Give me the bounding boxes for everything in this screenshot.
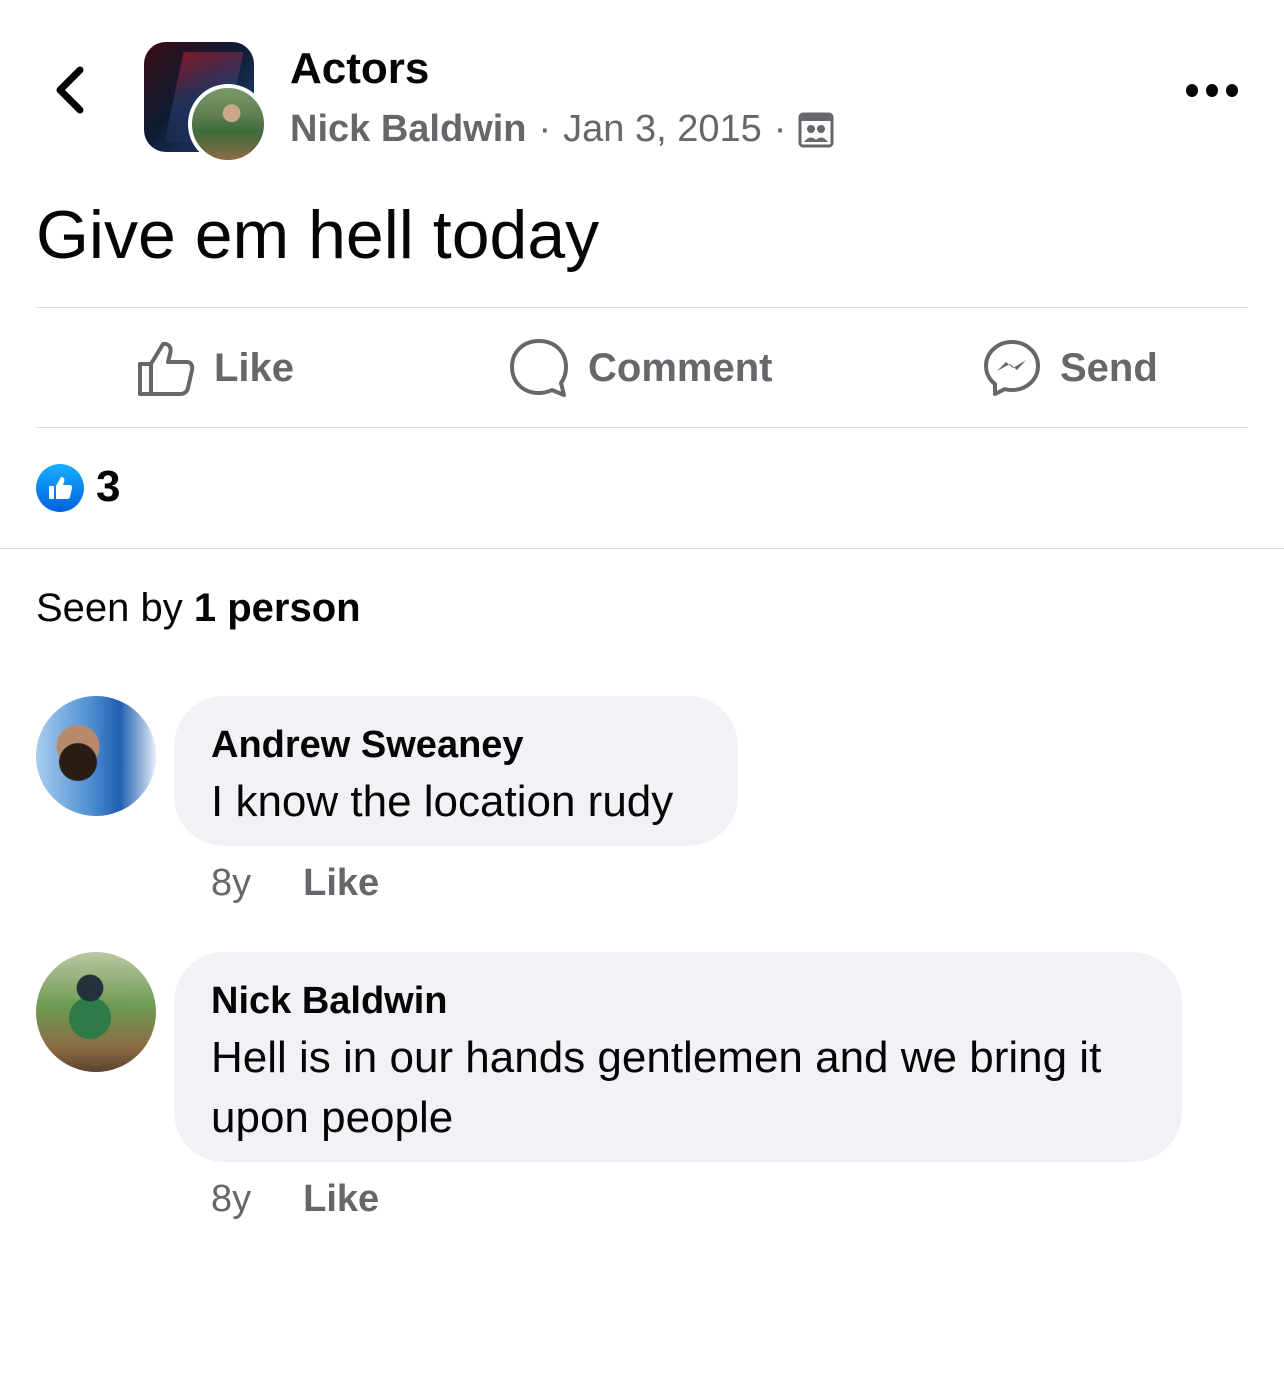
more-dots-icon [1186,83,1198,97]
comment-bubble[interactable]: Nick Baldwin Hell is in our hands gentle… [174,952,1182,1162]
meta-separator: · [773,108,787,150]
comment-like-button[interactable]: Like [303,862,379,905]
post-date[interactable]: Jan 3, 2015 [563,108,762,151]
back-button[interactable] [50,62,90,118]
comment-author[interactable]: Nick Baldwin [211,978,1144,1024]
avatar[interactable] [36,952,156,1072]
send-button[interactable]: Send [982,336,1158,400]
comment-age[interactable]: 8y [211,1178,251,1221]
meta-separator: · [538,108,552,150]
avatar[interactable] [36,696,156,816]
comment-meta: 8y Like [211,1178,379,1221]
chevron-left-icon [56,66,84,114]
seen-by-prefix: Seen by [36,586,194,630]
seen-by-count: 1 person [193,586,361,630]
post-text: Give em hell today [36,197,600,273]
group-audience-icon [798,112,834,147]
post-meta: Nick Baldwin · Jan 3, 2015 · [290,108,834,151]
author-avatar[interactable] [188,84,268,164]
comment-meta: 8y Like [211,862,379,905]
like-button[interactable]: Like [136,336,294,400]
reaction-count[interactable]: 3 [96,462,120,512]
divider [36,307,1248,308]
divider [0,548,1284,549]
comment-bubble[interactable]: Andrew Sweaney I know the location rudy [174,696,738,846]
comment-icon [510,339,568,397]
like-label: Like [214,345,295,390]
thumbs-up-icon [138,341,195,396]
group-name[interactable]: Actors [290,44,429,94]
comment-like-button[interactable]: Like [303,1178,379,1221]
send-label: Send [1060,345,1158,390]
comment-text: I know the location rudy [211,777,674,826]
like-reaction-icon[interactable] [36,464,84,512]
messenger-icon [984,340,1040,396]
comment-label: Comment [588,345,773,390]
post-author[interactable]: Nick Baldwin [290,108,527,151]
comment-button[interactable]: Comment [508,336,772,400]
comment-text: Hell is in our hands gentlemen and we br… [211,1033,1102,1142]
thumbs-up-icon [49,477,73,499]
more-options-button[interactable] [1186,80,1238,100]
divider [36,427,1248,428]
seen-by[interactable]: Seen by 1 person [36,586,361,631]
comment-author[interactable]: Andrew Sweaney [211,722,700,768]
comment-age[interactable]: 8y [211,862,251,905]
